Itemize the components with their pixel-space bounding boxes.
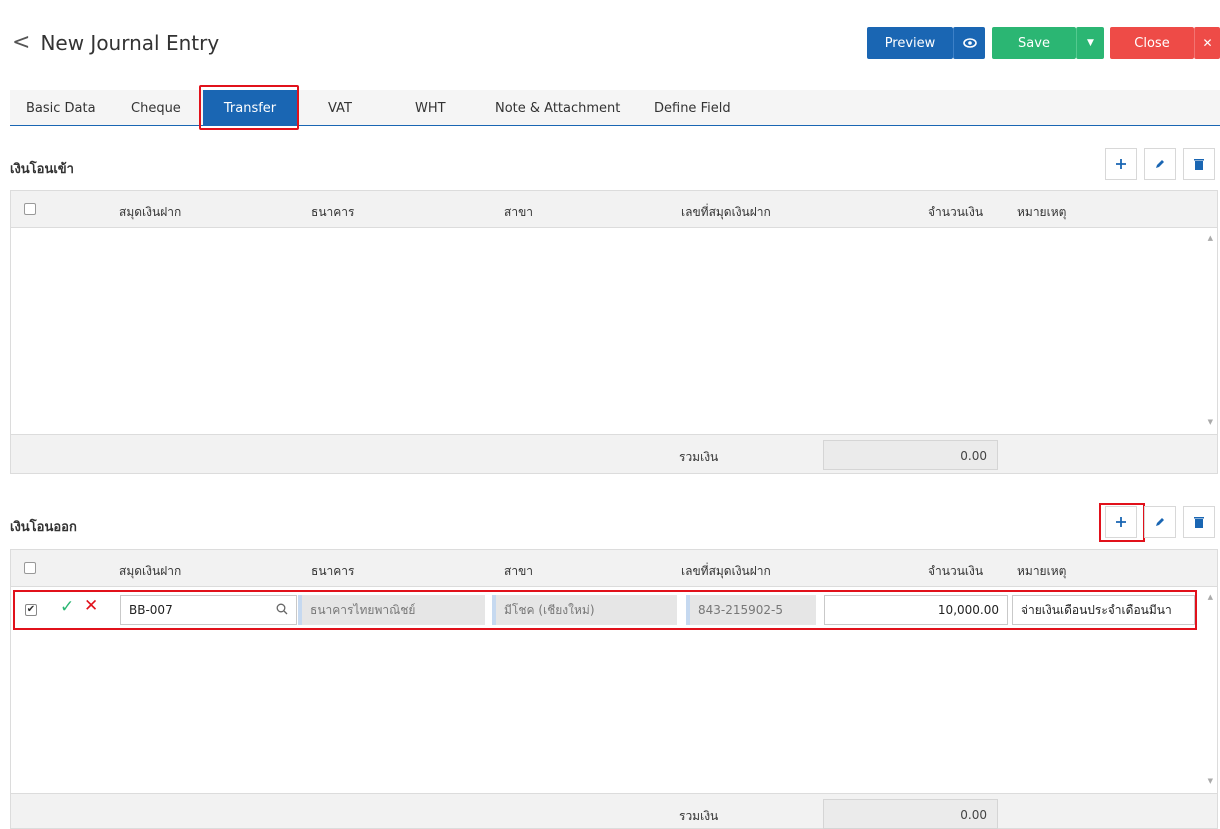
- page-header: < New Journal Entry: [12, 30, 219, 55]
- scroll-down-arrow-icon[interactable]: ▼: [1208, 418, 1213, 426]
- tab-vat[interactable]: VAT: [328, 90, 352, 126]
- transfer-in-title: เงินโอนเข้า: [10, 162, 74, 177]
- transfer-out-grid-footer: รวมเงิน 0.00: [10, 793, 1218, 829]
- col-note: หมายเหตุ: [1017, 564, 1067, 578]
- plus-icon: [1116, 159, 1126, 169]
- tab-basic-data[interactable]: Basic Data: [26, 90, 96, 126]
- transfer-in-grid-body: ▲ ▼: [10, 228, 1218, 434]
- col-amount: จำนวนเงิน: [928, 564, 984, 578]
- eye-icon[interactable]: [953, 27, 985, 59]
- col-branch: สาขา: [504, 205, 534, 219]
- back-chevron-icon[interactable]: <: [12, 30, 30, 55]
- transfer-out-select-all-checkbox[interactable]: [24, 562, 36, 574]
- trash-icon: [1194, 158, 1204, 170]
- transfer-in-total-value: 0.00: [823, 440, 998, 470]
- tab-wht[interactable]: WHT: [415, 90, 446, 126]
- transfer-out-delete-button[interactable]: [1183, 506, 1215, 538]
- tab-bar: Basic Data Cheque Transfer VAT WHT Note …: [10, 90, 1220, 126]
- transfer-out-title: เงินโอนออก: [10, 520, 77, 535]
- col-note: หมายเหตุ: [1017, 205, 1067, 219]
- save-button[interactable]: Save: [992, 27, 1076, 59]
- page-title: New Journal Entry: [40, 30, 220, 55]
- close-x-icon[interactable]: ✕: [1194, 27, 1220, 59]
- edit-row-highlight: [13, 590, 1197, 630]
- transfer-in-add-button[interactable]: [1105, 148, 1137, 180]
- col-book: สมุดเงินฝาก: [119, 564, 182, 578]
- col-amount: จำนวนเงิน: [928, 205, 984, 219]
- transfer-tab-highlight: [199, 85, 299, 130]
- transfer-in-grid-footer: รวมเงิน 0.00: [10, 434, 1218, 474]
- pencil-icon: [1156, 518, 1164, 526]
- close-button[interactable]: Close: [1110, 27, 1194, 59]
- transfer-in-total-label: รวมเงิน: [679, 450, 719, 464]
- col-branch: สาขา: [504, 564, 534, 578]
- col-account-no: เลขที่สมุดเงินฝาก: [681, 205, 771, 219]
- transfer-in-edit-button[interactable]: [1144, 148, 1176, 180]
- tab-define-field[interactable]: Define Field: [654, 90, 731, 126]
- transfer-out-total-label: รวมเงิน: [679, 809, 719, 823]
- add-button-highlight: [1099, 503, 1145, 542]
- pencil-icon: [1156, 160, 1164, 168]
- tab-cheque[interactable]: Cheque: [131, 90, 181, 126]
- save-dropdown-caret-icon[interactable]: ▼: [1076, 27, 1104, 59]
- scroll-up-arrow-icon[interactable]: ▲: [1208, 234, 1213, 242]
- transfer-in-delete-button[interactable]: [1183, 148, 1215, 180]
- transfer-out-grid-header: สมุดเงินฝาก ธนาคาร สาขา เลขที่สมุดเงินฝา…: [10, 549, 1218, 587]
- preview-button[interactable]: Preview: [867, 27, 953, 59]
- col-bank: ธนาคาร: [311, 564, 355, 578]
- scroll-up-arrow-icon[interactable]: ▲: [1208, 593, 1213, 601]
- tab-note-attachment[interactable]: Note & Attachment: [495, 90, 620, 126]
- col-account-no: เลขที่สมุดเงินฝาก: [681, 564, 771, 578]
- transfer-out-total-value: 0.00: [823, 799, 998, 829]
- col-book: สมุดเงินฝาก: [119, 205, 182, 219]
- scroll-down-arrow-icon[interactable]: ▼: [1208, 777, 1213, 785]
- transfer-in-select-all-checkbox[interactable]: [24, 203, 36, 215]
- transfer-out-edit-button[interactable]: [1144, 506, 1176, 538]
- trash-icon: [1194, 516, 1204, 528]
- transfer-in-grid-header: สมุดเงินฝาก ธนาคาร สาขา เลขที่สมุดเงินฝา…: [10, 190, 1218, 228]
- col-bank: ธนาคาร: [311, 205, 355, 219]
